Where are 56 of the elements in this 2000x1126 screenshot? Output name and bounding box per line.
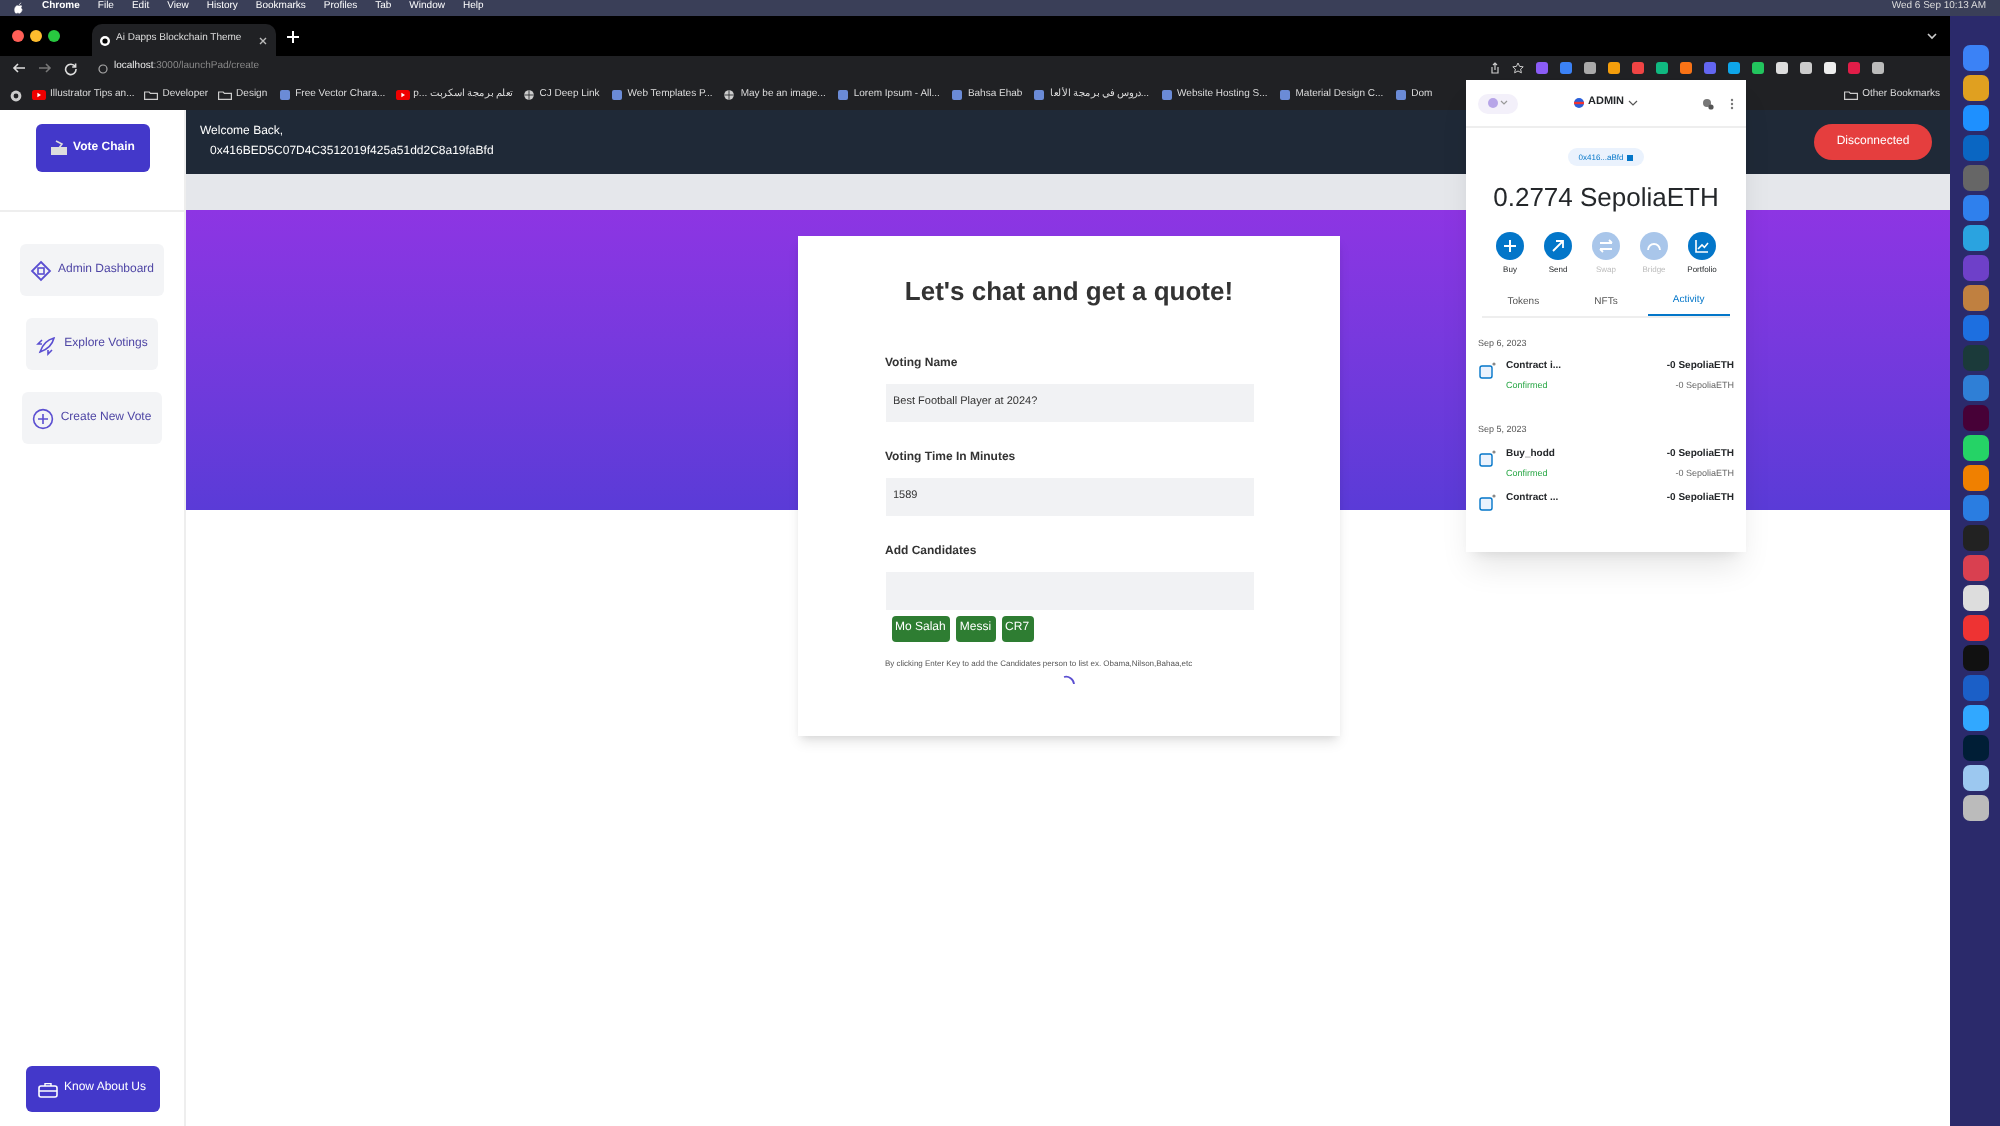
app-icon[interactable] (1961, 434, 1989, 462)
folder-icon (218, 90, 233, 100)
balance-text: 0.2774 SepoliaETH (1493, 180, 1719, 216)
page-icon (609, 90, 624, 100)
briefcase-icon (37, 1081, 58, 1097)
folder-icon (144, 90, 159, 100)
app-icon[interactable] (1961, 224, 1989, 252)
page-icon (1393, 90, 1408, 100)
reload-icon[interactable] (64, 61, 78, 75)
app-icon[interactable] (1961, 74, 1989, 102)
network-icon (1488, 98, 1498, 108)
globe-icon (722, 90, 737, 100)
plus-icon[interactable] (1496, 231, 1524, 259)
star-icon[interactable] (1512, 62, 1524, 74)
plus-circle-icon (32, 407, 55, 429)
app-icon[interactable] (1961, 794, 1989, 822)
transaction-icon (1478, 450, 1496, 468)
site-icon (100, 35, 110, 45)
page-icon (1032, 90, 1047, 100)
forward-icon[interactable] (38, 62, 52, 74)
close-icon[interactable] (258, 35, 268, 45)
transaction-icon (1478, 494, 1496, 512)
ballot-box-icon (49, 140, 68, 156)
page-icon (1159, 90, 1174, 100)
app-icon[interactable] (1961, 704, 1989, 732)
apple-icon (14, 2, 24, 14)
connected-sites-icon[interactable] (1702, 97, 1714, 109)
rocket-icon (36, 333, 59, 355)
info-icon (98, 63, 108, 73)
apps-icon[interactable] (10, 89, 22, 101)
page-icon (1277, 90, 1292, 100)
page-icon (835, 90, 850, 100)
chevron-down-icon[interactable] (1926, 32, 1938, 40)
transaction-icon (1478, 362, 1496, 381)
app-icon[interactable] (1961, 104, 1989, 132)
back-icon[interactable] (12, 62, 26, 74)
folder-icon (1844, 90, 1859, 100)
page-icon (949, 90, 964, 100)
copy-icon (1625, 153, 1634, 161)
share-icon[interactable] (1490, 62, 1500, 74)
new-tab-icon[interactable] (286, 29, 300, 43)
caret-icon (1500, 100, 1508, 106)
globe-icon (521, 90, 536, 100)
app-icon[interactable] (1961, 584, 1989, 612)
page-icon (277, 90, 292, 100)
caret-icon (1628, 100, 1639, 106)
app-icon[interactable] (1961, 464, 1989, 492)
dashboard-icon (29, 259, 52, 281)
video-icon (395, 90, 410, 100)
account-avatar-icon (1574, 98, 1584, 108)
form-title: Let's chat and get a quote! (904, 274, 1234, 310)
loading-spinner-icon (1062, 673, 1076, 687)
video-icon (32, 90, 46, 100)
chart-icon[interactable] (1688, 231, 1716, 259)
app-icon[interactable] (1961, 764, 1989, 792)
app-icon[interactable] (1961, 284, 1989, 312)
